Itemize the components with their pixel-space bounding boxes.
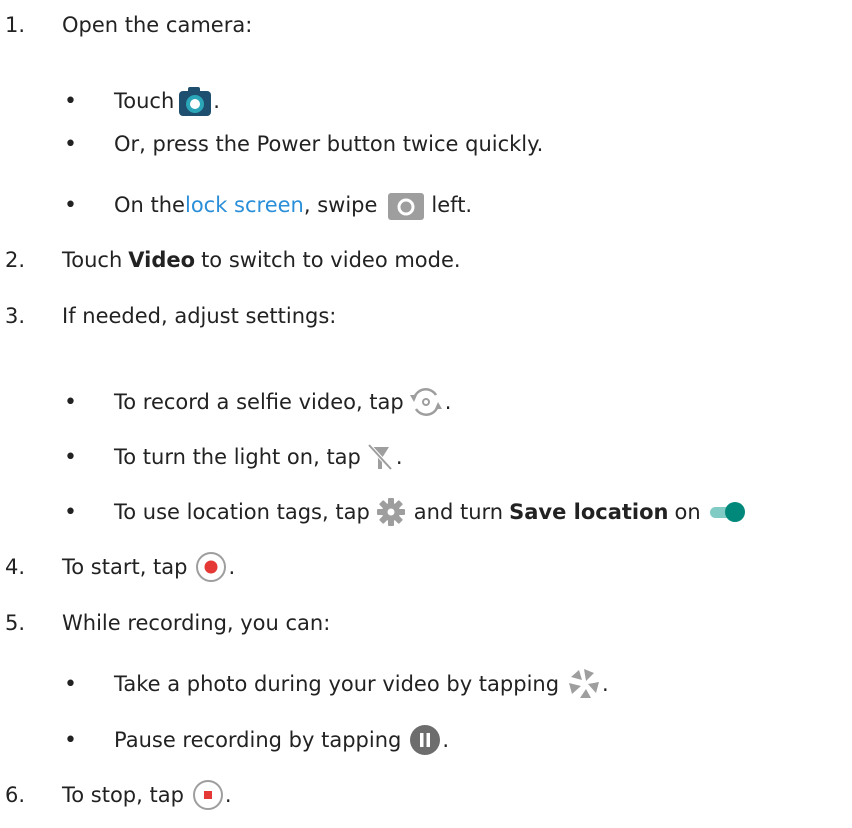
bullet-text: To turn the light on, tap [114, 445, 361, 469]
shutter-icon [569, 669, 600, 698]
bullet-text-end: . [442, 728, 450, 752]
step-text: Touch [62, 248, 123, 272]
bullet-text-end: . [213, 89, 220, 113]
bullet-text: Touch [114, 89, 175, 113]
step-text-end: . [228, 555, 236, 579]
bullet-text-end: on [674, 500, 701, 524]
bullet-text: To record a selfie video, tap [114, 390, 404, 414]
switch-camera-icon [409, 388, 442, 416]
bullet-text-mid: and turn [413, 500, 504, 524]
flash-off-icon [367, 443, 393, 471]
bullet-text: On the [114, 193, 185, 217]
stop-icon [192, 780, 223, 810]
bullet-dot: • [64, 499, 77, 525]
bullet-dot: • [64, 671, 77, 697]
bullet-dot: • [64, 131, 77, 157]
lock-screen-link[interactable]: lock screen [185, 193, 304, 217]
step-number: 5. [5, 611, 26, 635]
bullet-text-end: . [444, 390, 452, 414]
bullet-text: To use location tags, tap [114, 500, 370, 524]
step-text-end: to switch to video mode. [201, 248, 461, 272]
bullet-dot: • [64, 192, 77, 218]
camera-lock-icon [388, 193, 425, 220]
step-text-end: . [224, 783, 232, 807]
step-number: 2. [5, 248, 26, 272]
video-mode-label: Video [128, 248, 196, 272]
bullet-text: Take a photo during your video by tappin… [114, 672, 560, 696]
step-number: 4. [5, 555, 26, 579]
bullet-dot: • [64, 389, 77, 415]
bullet-text: Pause recording by tapping [114, 728, 402, 752]
step-number: 3. [5, 304, 26, 328]
step-text: To start, tap [62, 555, 188, 579]
step-text: While recording, you can: [62, 611, 331, 635]
save-location-label: Save location [509, 500, 669, 524]
bullet-text-mid: , swipe [303, 193, 378, 217]
camera-app-icon [179, 87, 212, 116]
step-text: To stop, tap [62, 783, 184, 807]
bullet-text-end: . [395, 445, 403, 469]
step-number: 6. [5, 783, 26, 807]
bullet-text-end: left. [431, 193, 473, 217]
record-icon [196, 552, 227, 582]
bullet-text-end: . [602, 672, 609, 696]
step-text: If needed, adjust settings: [62, 304, 337, 328]
bullet-dot: • [64, 727, 77, 753]
bullet-dot: • [64, 88, 77, 114]
bullet-text: Or, press the Power button twice quickly… [114, 132, 544, 156]
step-number: 1. [5, 13, 26, 37]
bullet-dot: • [64, 444, 77, 470]
toggle-on-icon [709, 502, 745, 522]
step-text: Open the camera: [62, 13, 253, 37]
pause-icon [410, 725, 441, 755]
settings-gear-icon [376, 498, 405, 526]
